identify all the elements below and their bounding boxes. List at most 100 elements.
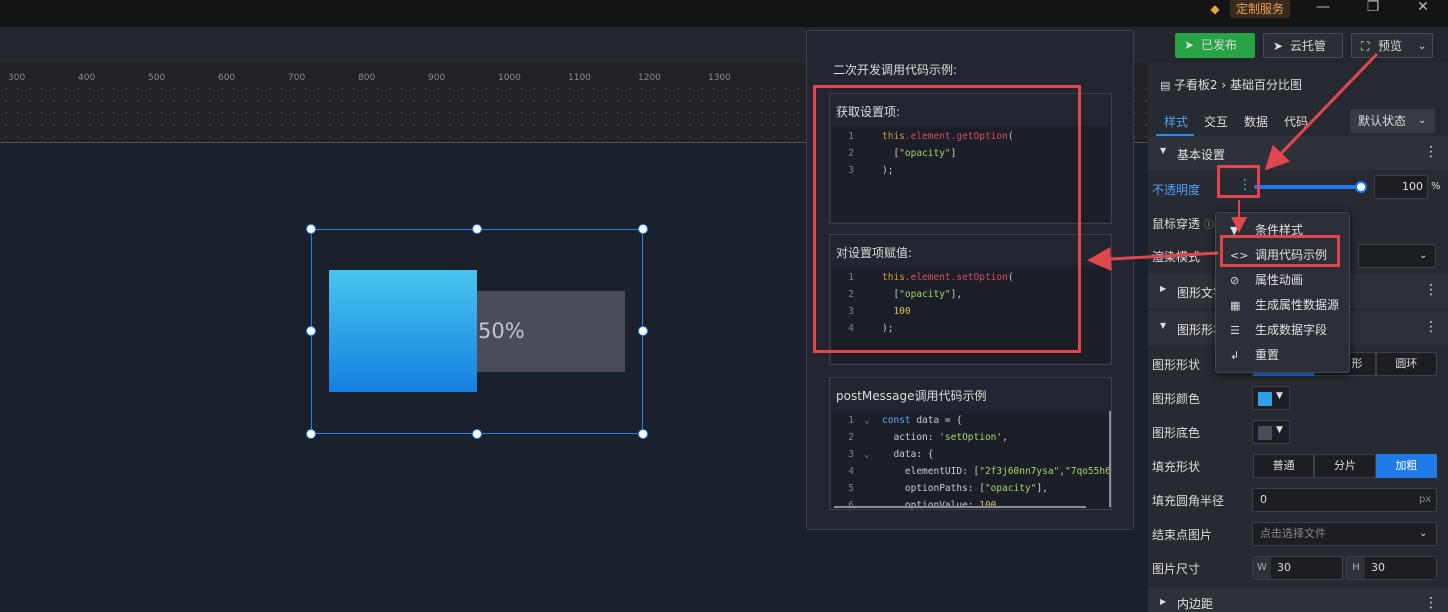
image-size-label: 图片尺寸 [1152,562,1201,576]
render-mode-label: 渲染模式 [1152,250,1201,264]
base-color-picker[interactable]: ▼ [1252,420,1290,444]
fill-shape-toggle: 普通 分片 加粗 [1253,454,1437,478]
code-token: , [1002,432,1008,443]
preview-button[interactable]: ⛶ 预览 ⌄ [1351,33,1433,58]
fill-radius-input[interactable]: 0 px [1252,488,1437,512]
section-padding[interactable]: ▶ 内边距 ⋮ [1148,587,1448,612]
chevron-down-icon: ⌄ [1418,41,1427,52]
line-number: 1 [848,415,854,426]
resize-handle-w[interactable] [306,326,316,336]
render-mode-select[interactable]: ⌄ [1358,244,1436,268]
restore-button[interactable]: ❐ [1358,0,1388,18]
breadcrumb: ▤ 子看板2 › 基础百分比图 [1160,78,1302,92]
resize-handle-s[interactable] [472,429,482,439]
ruler-tick-label: 800 [358,73,376,83]
opacity-unit: % [1431,181,1441,192]
shape-option-ring[interactable]: 圆环 [1375,352,1437,376]
fold-chevron-icon[interactable]: ⌄ [864,412,870,429]
caret-right-icon: ▶ [1160,597,1167,606]
menu-item-animation[interactable]: ⊘ 属性动画 [1216,268,1349,293]
postmessage-code[interactable]: 1 ⌄ const data = {2 action: 'setOption', 3 ⌄… [832,411,1109,509]
ruler-tick-label: 1100 [568,73,591,83]
opacity-slider[interactable] [1254,185,1364,189]
opacity-label: 不透明度 [1152,183,1201,197]
custom-service-label: 定制服务 [1230,0,1291,18]
end-image-select[interactable]: 点击选择文件 ⌄ [1252,522,1437,546]
shape-type-label: 图形形状 [1152,358,1201,372]
caret-down-icon: ▼ [1276,391,1283,401]
menu-item-reset[interactable]: ↲ 重置 [1216,343,1349,368]
code-line: 4 elementUID: ["2f3j60nn7ysa","7qo55h6aq [832,463,1109,480]
code-text: data: { [882,446,933,463]
more-icon[interactable]: ⋮ [1424,595,1438,611]
tab-code[interactable]: 代码 [1284,113,1308,130]
more-icon[interactable]: ⋮ [1424,144,1438,160]
section-basic-settings[interactable]: ▼ 基本设置 ⋮ [1148,136,1448,170]
ruler-tick-label: 700 [288,73,306,83]
selection-box[interactable] [311,229,643,434]
fill-option-slice[interactable]: 分片 [1314,454,1376,478]
code-token: elementUID: [ [882,466,980,477]
shape-color-picker[interactable]: ▼ [1252,386,1290,410]
more-icon[interactable]: ⋮ [1424,282,1438,298]
annotation-box-code [813,85,1081,353]
mouse-through-label: 鼠标穿透 ⓘ [1152,217,1214,231]
line-number: 2 [848,432,854,443]
annotation-box-menu-item [1220,235,1340,267]
tab-style[interactable]: 样式 [1164,113,1188,130]
annotation-box-more [1217,165,1260,198]
fill-option-normal[interactable]: 普通 [1253,454,1315,478]
fold-chevron-icon[interactable]: ⌄ [864,446,870,463]
resize-handle-e[interactable] [638,326,648,336]
caret-down-icon: ▼ [1276,425,1283,435]
chart-icon: ▦ [1230,299,1241,312]
fill-option-bold[interactable]: 加粗 [1375,454,1437,478]
cloud-hosting-label: 云托管 [1290,39,1327,53]
custom-service-badge[interactable]: ◆ 定制服务 [1208,0,1291,18]
resize-handle-nw[interactable] [306,224,316,234]
opacity-input[interactable]: 100 [1374,175,1428,199]
help-icon[interactable]: ⓘ [1204,220,1214,231]
code-token: data = { [916,415,963,426]
code-line: 3 ⌄ data: { [832,446,1109,463]
fullscreen-icon: ⛶ [1361,39,1370,53]
state-select[interactable]: 默认状态 ⌄ [1350,109,1435,133]
publish-label: 已发布 [1201,38,1238,52]
code-token: data: { [882,449,934,460]
code-h-scrollbar[interactable] [834,506,1086,508]
close-button[interactable]: ✕ [1408,0,1438,18]
resize-handle-n[interactable] [472,224,482,234]
minimize-button[interactable]: — [1308,0,1338,18]
code-token: "opacity" [984,483,1037,494]
opacity-slider-thumb[interactable] [1355,181,1367,193]
image-width-input[interactable]: W 30 [1252,556,1343,580]
fill-shape-label: 填充形状 [1152,460,1201,474]
reset-icon: ↲ [1230,349,1240,362]
tab-interaction[interactable]: 交互 [1204,113,1228,130]
publish-button[interactable]: ➤ 已发布 [1175,33,1255,58]
shape-color-label: 图形颜色 [1152,392,1201,406]
resize-handle-se[interactable] [638,429,648,439]
code-token: "2f3j60nn7ysa" [979,466,1060,477]
caret-right-icon: ▶ [1160,284,1167,293]
menu-item-gen-datasource[interactable]: ▦ 生成属性数据源 [1216,293,1349,318]
code-text: const data = { [882,412,962,429]
ruler-tick-label: 1200 [638,73,661,83]
code-scrollbar[interactable] [1109,411,1111,507]
resize-handle-sw[interactable] [306,429,316,439]
more-icon[interactable]: ⋮ [1424,319,1438,335]
color-swatch [1258,392,1272,406]
code-line: 5 optionPaths: ["opacity"], [832,480,1109,497]
code-token: const [882,415,917,426]
color-swatch [1258,426,1272,440]
image-height-input[interactable]: H 30 [1346,556,1437,580]
popup-title: 二次开发调用代码示例: [833,63,958,77]
code-token: action: [882,432,940,443]
code-text: elementUID: ["2f3j60nn7ysa","7qo55h6aq [882,463,1109,480]
resize-handle-ne[interactable] [638,224,648,234]
cloud-hosting-button[interactable]: ➤ 云托管 [1263,33,1343,58]
preview-label: 预览 [1378,39,1403,53]
ruler-tick-label: 900 [428,73,446,83]
tab-data[interactable]: 数据 [1244,113,1268,130]
menu-item-gen-field[interactable]: ☰ 生成数据字段 [1216,318,1349,343]
